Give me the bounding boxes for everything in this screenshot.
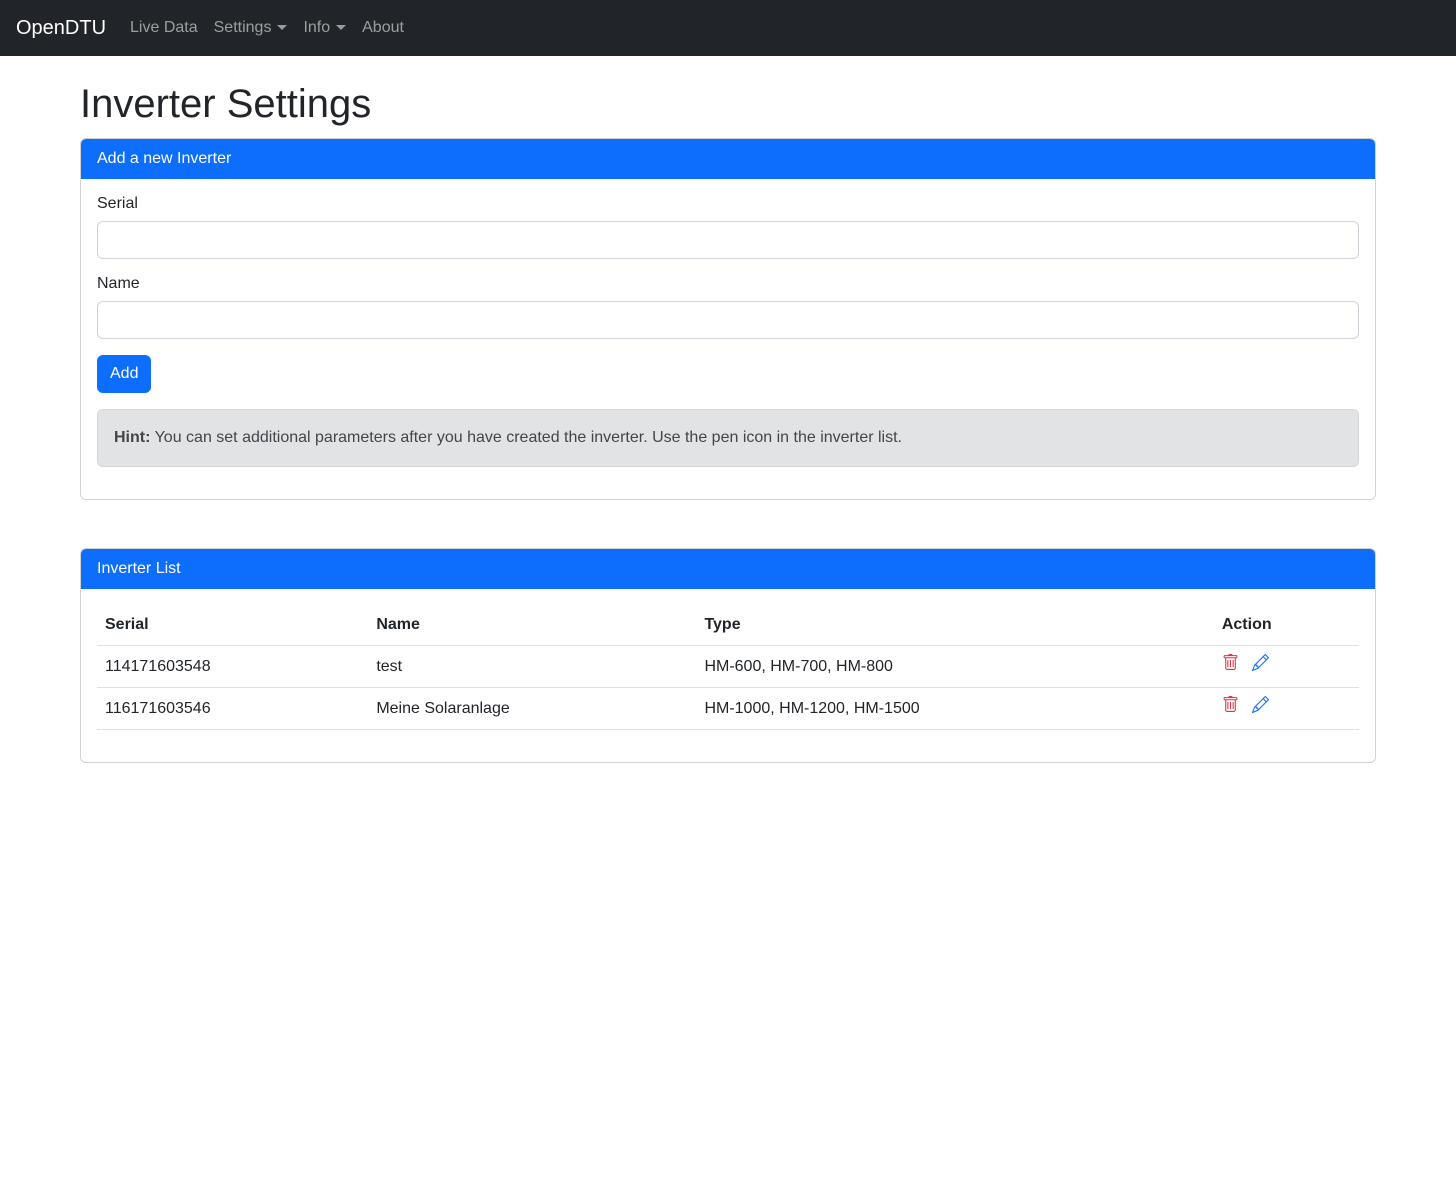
edit-inverter-button[interactable]	[1252, 654, 1269, 671]
table-header-row: Serial Name Type Action	[97, 605, 1359, 646]
column-header-type: Type	[696, 605, 1213, 646]
cell-type: HM-1000, HM-1200, HM-1500	[696, 688, 1213, 730]
column-header-name: Name	[368, 605, 696, 646]
name-input[interactable]	[97, 301, 1359, 339]
nav-item-settings[interactable]: Settings	[206, 11, 296, 45]
name-label: Name	[97, 275, 1359, 293]
cell-type: HM-600, HM-700, HM-800	[696, 646, 1213, 688]
chevron-down-icon	[277, 25, 287, 30]
inverter-list-card: Inverter List Serial Name Type Action 11…	[80, 548, 1376, 763]
table-row: 116171603546 Meine Solaranlage HM-1000, …	[97, 688, 1359, 730]
serial-label: Serial	[97, 195, 1359, 213]
add-inverter-card: Add a new Inverter Serial Name Add Hint:…	[80, 138, 1376, 500]
cell-name: Meine Solaranlage	[368, 688, 696, 730]
delete-inverter-button[interactable]	[1222, 696, 1239, 713]
add-inverter-card-body: Serial Name Add Hint: You can set additi…	[81, 179, 1375, 499]
main-content: Inverter Settings Add a new Inverter Ser…	[68, 80, 1388, 763]
cell-serial: 114171603548	[97, 646, 368, 688]
navbar-brand[interactable]: OpenDTU	[16, 17, 106, 40]
nav-links: Live Data Settings Info About	[122, 11, 412, 45]
nav-item-settings-label: Settings	[214, 19, 272, 36]
add-inverter-card-header: Add a new Inverter	[81, 139, 1375, 179]
inverter-table: Serial Name Type Action 114171603548 tes…	[97, 605, 1359, 730]
navbar: OpenDTU Live Data Settings Info About	[0, 0, 1456, 56]
column-header-serial: Serial	[97, 605, 368, 646]
cell-serial: 116171603546	[97, 688, 368, 730]
serial-input[interactable]	[97, 221, 1359, 259]
add-button[interactable]: Add	[97, 355, 151, 393]
pencil-icon	[1252, 696, 1269, 713]
nav-item-info-label: Info	[303, 19, 330, 36]
edit-inverter-button[interactable]	[1252, 696, 1269, 713]
column-header-action: Action	[1214, 605, 1359, 646]
hint-alert-label: Hint:	[114, 429, 150, 446]
inverter-list-card-body: Serial Name Type Action 114171603548 tes…	[81, 589, 1375, 762]
cell-action	[1214, 688, 1359, 730]
pencil-icon	[1252, 654, 1269, 671]
cell-action	[1214, 646, 1359, 688]
nav-item-info[interactable]: Info	[295, 11, 354, 45]
inverter-list-card-header: Inverter List	[81, 549, 1375, 589]
nav-item-about-label: About	[362, 19, 404, 36]
chevron-down-icon	[336, 25, 346, 30]
hint-alert-text: You can set additional parameters after …	[150, 429, 902, 446]
trash-icon	[1222, 696, 1239, 713]
nav-item-live-data[interactable]: Live Data	[122, 11, 206, 45]
nav-item-live-data-label: Live Data	[130, 19, 198, 36]
nav-item-about[interactable]: About	[354, 11, 412, 45]
trash-icon	[1222, 654, 1239, 671]
page-title: Inverter Settings	[80, 80, 1376, 128]
table-row: 114171603548 test HM-600, HM-700, HM-800	[97, 646, 1359, 688]
cell-name: test	[368, 646, 696, 688]
delete-inverter-button[interactable]	[1222, 654, 1239, 671]
hint-alert: Hint: You can set additional parameters …	[97, 409, 1359, 467]
